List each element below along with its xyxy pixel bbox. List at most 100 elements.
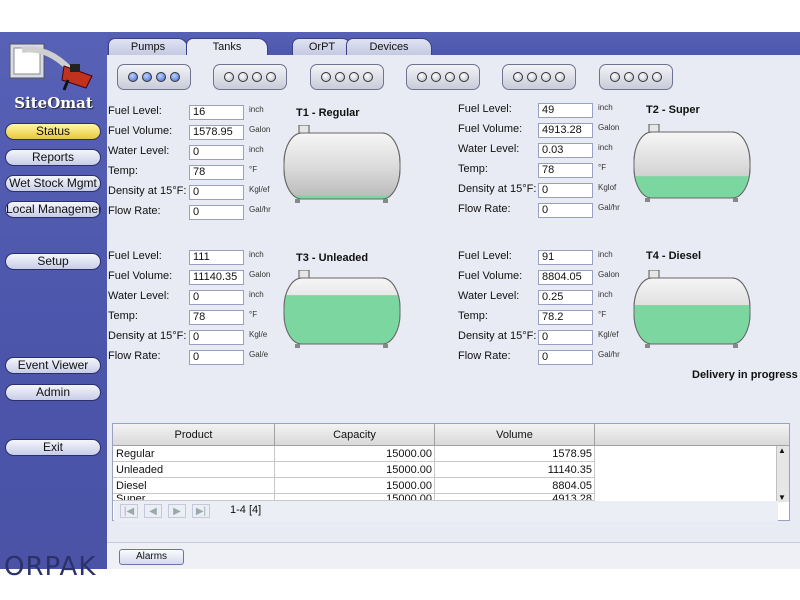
scroll-down-icon[interactable]: ▼: [778, 493, 786, 502]
tank-graphic: [633, 124, 751, 202]
fuel-level-field[interactable]: 16: [189, 105, 244, 120]
column-header-volume[interactable]: Volume: [435, 424, 595, 446]
flow-rate-unit: Gal/hr: [249, 205, 271, 214]
nozzle-indicator-icon: [266, 72, 276, 82]
status-button[interactable]: Status: [5, 123, 101, 140]
water-level-label: Water Level:: [108, 145, 170, 157]
flow-rate-label: Flow Rate:: [108, 205, 161, 217]
exit-button[interactable]: Exit: [5, 439, 101, 456]
fuel-volume-field[interactable]: 1578.95: [189, 125, 244, 140]
fuel-volume-label: Fuel Volume:: [108, 125, 173, 137]
scroll-up-icon[interactable]: ▲: [778, 446, 786, 455]
fuel-level-field[interactable]: 49: [538, 103, 593, 118]
fuel-level-unit: inch: [249, 105, 264, 114]
nozzle-indicator-icon: [638, 72, 648, 82]
orpak-logo: ORPAK: [4, 552, 97, 582]
table-scrollbar[interactable]: ▲ ▼: [776, 446, 789, 502]
nozzle-indicator-icon: [431, 72, 441, 82]
event-viewer-button[interactable]: Event Viewer: [5, 357, 101, 374]
tab-devices[interactable]: Devices: [346, 38, 432, 56]
water-level-label: Water Level:: [108, 290, 170, 302]
temp-field[interactable]: 78: [538, 163, 593, 178]
density-field[interactable]: 0: [538, 183, 593, 198]
nozzle-indicator-icon: [252, 72, 262, 82]
nozzle-indicator-icon: [652, 72, 662, 82]
next-page-icon[interactable]: ▶: [168, 504, 186, 518]
water-level-field[interactable]: 0.03: [538, 143, 593, 158]
page-info: 1-4 [4]: [230, 504, 262, 516]
nozzle-indicator-icon: [363, 72, 373, 82]
flow-rate-field[interactable]: 0: [189, 205, 244, 220]
sidebar: SiteOmat Status Reports Wet Stock Mgmt L…: [0, 32, 107, 582]
nozzle-indicator-icon: [459, 72, 469, 82]
temp-field[interactable]: 78: [189, 165, 244, 180]
nozzle-indicator-icon: [555, 72, 565, 82]
admin-button[interactable]: Admin: [5, 384, 101, 401]
fuel-volume-field[interactable]: 11140.35: [189, 270, 244, 285]
nozzle-indicator-icon: [156, 72, 166, 82]
fuel-level-field[interactable]: 91: [538, 250, 593, 265]
pump-group-3[interactable]: [310, 64, 384, 90]
nozzle-indicator-icon: [321, 72, 331, 82]
fuel-level-label: Fuel Level:: [458, 250, 512, 262]
water-level-field[interactable]: 0: [189, 145, 244, 160]
nozzle-indicator-icon: [610, 72, 620, 82]
prev-page-icon[interactable]: ◀: [144, 504, 162, 518]
fuel-volume-label: Fuel Volume:: [458, 270, 523, 282]
setup-button[interactable]: Setup: [5, 253, 101, 270]
pump-group-6[interactable]: [599, 64, 673, 90]
temp-field[interactable]: 78: [189, 310, 244, 325]
table-cell: Regular: [113, 446, 275, 462]
density-field[interactable]: 0: [189, 330, 244, 345]
nozzle-indicator-icon: [349, 72, 359, 82]
flow-rate-field[interactable]: 0: [538, 350, 593, 365]
reports-button[interactable]: Reports: [5, 149, 101, 166]
pump-group-2[interactable]: [213, 64, 287, 90]
water-level-unit: inch: [598, 143, 613, 152]
siteomat-logo: [6, 36, 100, 92]
fuel-volume-label: Fuel Volume:: [108, 270, 173, 282]
pump-group-5[interactable]: [502, 64, 576, 90]
water-level-field[interactable]: 0: [189, 290, 244, 305]
tank-title: T1 - Regular: [296, 107, 360, 119]
nozzle-indicator-icon: [142, 72, 152, 82]
fuel-volume-field[interactable]: 8804.05: [538, 270, 593, 285]
flow-rate-field[interactable]: 0: [189, 350, 244, 365]
local-management-button[interactable]: Local Management: [5, 201, 101, 218]
nozzle-indicator-icon: [541, 72, 551, 82]
temp-field[interactable]: 78.2: [538, 310, 593, 325]
flow-rate-label: Flow Rate:: [108, 350, 161, 362]
fuel-fill: [634, 176, 750, 198]
column-header-blank: [595, 424, 789, 446]
flow-rate-field[interactable]: 0: [538, 203, 593, 218]
column-header-product[interactable]: Product: [113, 424, 275, 446]
water-level-unit: inch: [598, 290, 613, 299]
temp-label: Temp:: [458, 163, 488, 175]
temp-unit: °F: [598, 163, 607, 172]
density-label: Density at 15°F:: [458, 183, 537, 195]
tab-orpt[interactable]: OrPT: [292, 38, 352, 56]
table-cell: 15000.00: [275, 462, 435, 478]
table-cell: 15000.00: [275, 494, 435, 501]
fuel-level-field[interactable]: 111: [189, 250, 244, 265]
pump-group-4[interactable]: [406, 64, 480, 90]
nozzle-indicator-icon: [224, 72, 234, 82]
density-field[interactable]: 0: [189, 185, 244, 200]
density-field[interactable]: 0: [538, 330, 593, 345]
first-page-icon[interactable]: |◀: [120, 504, 138, 518]
column-header-capacity[interactable]: Capacity: [275, 424, 435, 446]
wet-stock-mgmt-button[interactable]: Wet Stock Mgmt: [5, 175, 101, 192]
tab-pumps[interactable]: Pumps: [108, 38, 188, 56]
fuel-level-label: Fuel Level:: [108, 105, 162, 117]
fuel-volume-field[interactable]: 4913.28: [538, 123, 593, 138]
pump-group-1[interactable]: [117, 64, 191, 90]
table-cell: 1578.95: [435, 446, 595, 462]
fuel-volume-unit: Galon: [249, 270, 271, 279]
water-level-field[interactable]: 0.25: [538, 290, 593, 305]
nozzle-indicator-icon: [445, 72, 455, 82]
water-level-label: Water Level:: [458, 290, 520, 302]
last-page-icon[interactable]: ▶|: [192, 504, 210, 518]
tank-title: T4 - Diesel: [646, 250, 702, 262]
alarms-button[interactable]: Alarms: [119, 549, 184, 565]
delivery-status: Delivery in progress: [692, 369, 798, 381]
